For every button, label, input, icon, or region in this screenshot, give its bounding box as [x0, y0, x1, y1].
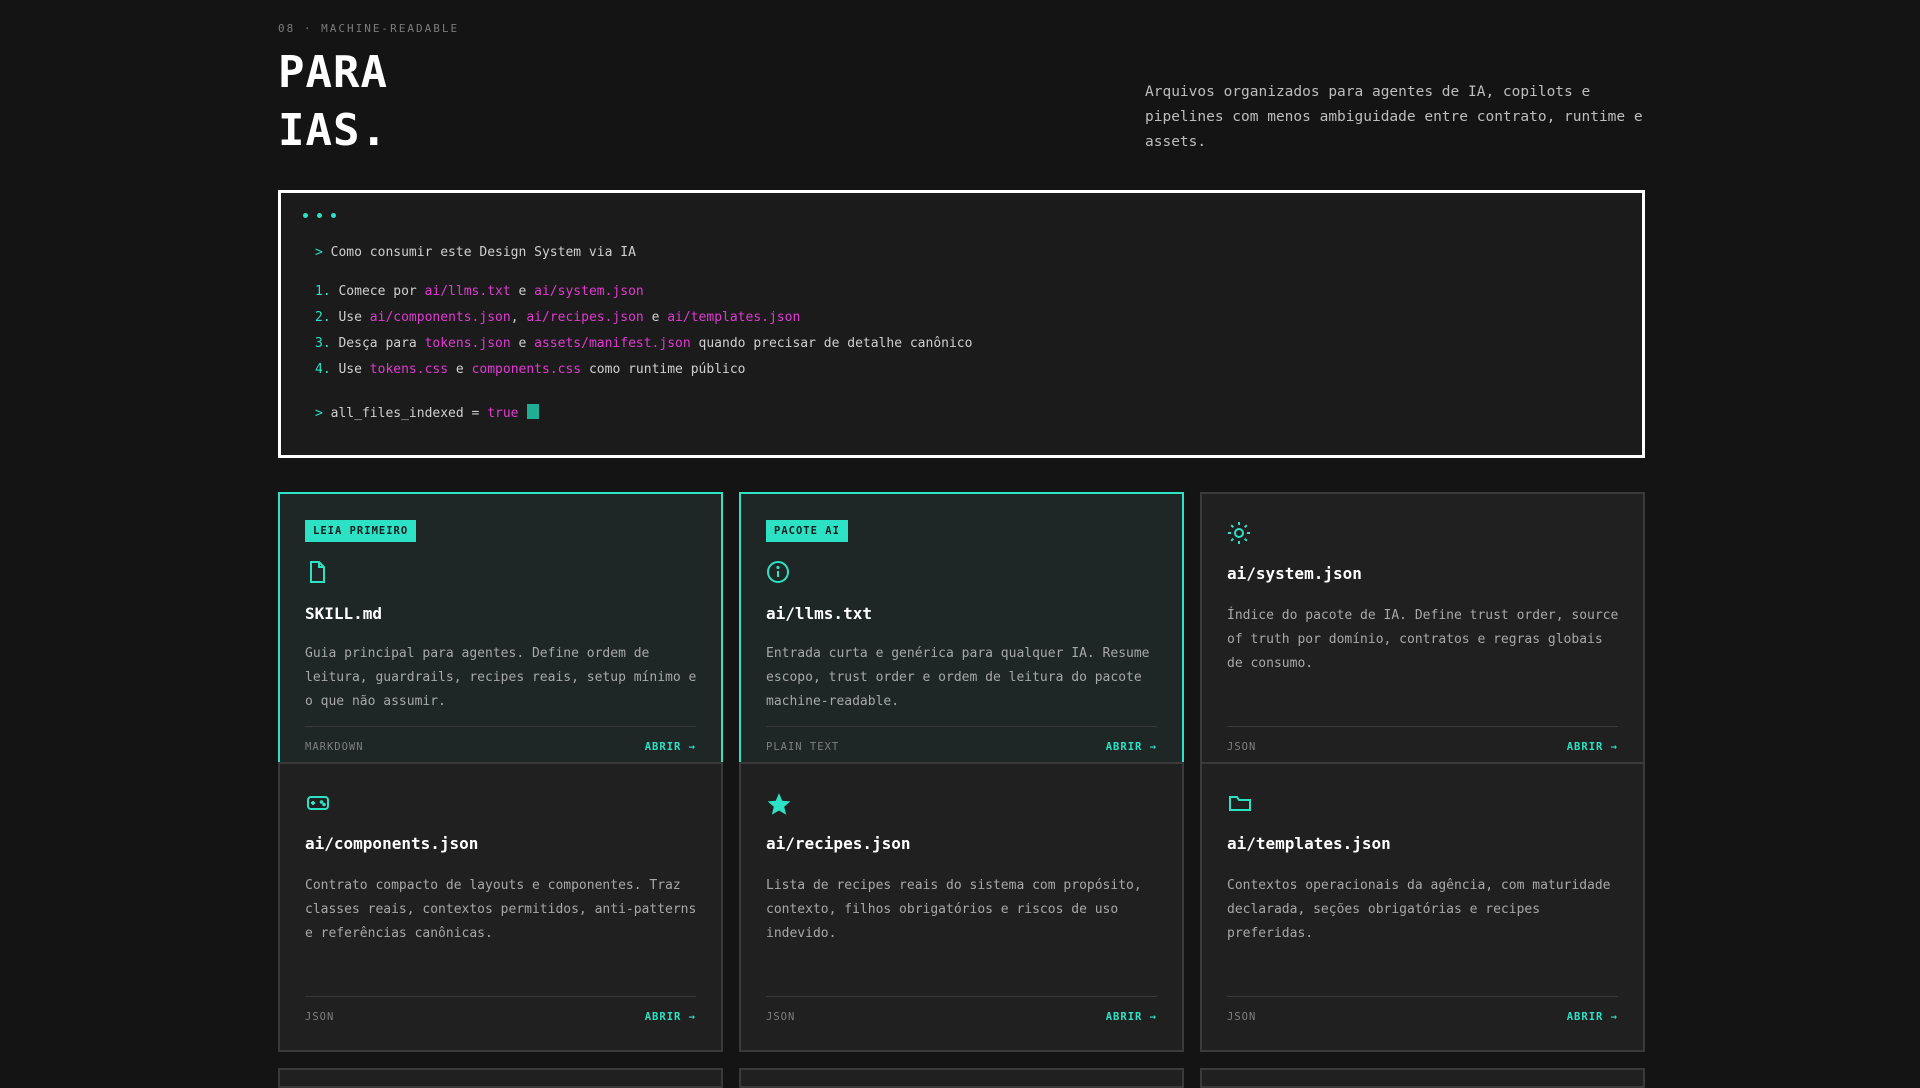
- card-description: Contrato compacto de layouts e component…: [305, 878, 697, 941]
- step-number: 4.: [315, 362, 331, 377]
- card-badge: PACOTE AI: [766, 520, 848, 542]
- section-eyebrow: 08 · MACHINE-READABLE: [278, 22, 460, 35]
- file-card[interactable]: ai/recipes.json Lista de recipes reais do…: [739, 762, 1184, 1052]
- file-card[interactable]: ai/components.json Contrato compacto de l…: [278, 762, 723, 1052]
- step-text: Comece por: [338, 284, 425, 299]
- card-format: JSON: [1227, 741, 1257, 753]
- step-text: ,: [510, 310, 527, 325]
- card-footer: JSON ABRIR →: [766, 996, 1157, 1023]
- file-link[interactable]: ai/llms.txt: [425, 284, 511, 299]
- step-text: e: [510, 284, 535, 299]
- terminal-status-line: > all_files_indexed = true: [315, 404, 539, 421]
- file-link[interactable]: ai/system.json: [534, 284, 644, 299]
- terminal-prompt: >: [315, 406, 323, 421]
- step-text: Use: [338, 362, 370, 377]
- card-format: PLAIN TEXT: [766, 741, 840, 753]
- step-number: 2.: [315, 310, 331, 325]
- terminal-dot: [317, 213, 322, 218]
- card-title: ai/templates.json: [1227, 834, 1391, 853]
- card-description: Índice do pacote de IA. Define trust ord…: [1227, 608, 1619, 671]
- file-card[interactable]: ai/system.json Índice do pacote de IA. De…: [1200, 492, 1645, 782]
- card-title: ai/recipes.json: [766, 834, 911, 853]
- step-text: como runtime público: [581, 362, 746, 377]
- card-badge: LEIA PRIMEIRO: [305, 520, 417, 542]
- step-number: 3.: [315, 336, 331, 351]
- open-link[interactable]: ABRIR →: [645, 741, 696, 753]
- open-link[interactable]: ABRIR →: [1106, 741, 1157, 753]
- terminal-step: 1. Comece por ai/llms.txt e ai/system.js…: [315, 284, 644, 299]
- section-intro: Arquivos organizados para agentes de IA,…: [1145, 84, 1643, 150]
- file-link[interactable]: ai/templates.json: [667, 310, 800, 325]
- document-icon: [305, 560, 331, 586]
- terminal-cursor: [526, 404, 539, 419]
- card-partial: [1200, 1068, 1645, 1088]
- step-text: quando precisar de detalhe canônico: [690, 336, 973, 351]
- file-link[interactable]: tokens.css: [370, 362, 448, 377]
- terminal-dot: [303, 213, 308, 218]
- terminal-step: 3. Desça para tokens.json e assets/manif…: [315, 336, 972, 351]
- file-link[interactable]: ai/recipes.json: [526, 310, 643, 325]
- file-link[interactable]: assets/manifest.json: [534, 336, 691, 351]
- card-title: ai/system.json: [1227, 564, 1362, 583]
- card-format: JSON: [1227, 1011, 1257, 1023]
- card-partial: [278, 1068, 723, 1088]
- step-text: Use: [338, 310, 370, 325]
- terminal-step: 4. Use tokens.css e components.css como …: [315, 362, 746, 377]
- terminal-prompt: >: [315, 245, 323, 260]
- terminal-heading: Como consumir este Design System via IA: [330, 245, 636, 260]
- terminal-dot: [331, 213, 336, 218]
- step-text: e: [643, 310, 668, 325]
- title-line-1: PARA: [278, 47, 388, 98]
- page-title: PARA IAS.: [278, 44, 388, 160]
- step-number: 1.: [315, 284, 331, 299]
- step-text: Desça para: [338, 336, 425, 351]
- status-value: true: [487, 406, 519, 421]
- card-footer: JSON ABRIR →: [1227, 996, 1618, 1023]
- step-text: e: [448, 362, 472, 377]
- open-link[interactable]: ABRIR →: [1106, 1011, 1157, 1023]
- open-link[interactable]: ABRIR →: [1567, 741, 1618, 753]
- card-description: Entrada curta e genérica para qualquer I…: [766, 646, 1150, 709]
- card-title: SKILL.md: [305, 604, 383, 623]
- card-description: Lista de recipes reais do sistema com pr…: [766, 878, 1142, 941]
- card-partial: [739, 1068, 1184, 1088]
- card-title: ai/llms.txt: [766, 604, 872, 623]
- file-card[interactable]: ai/templates.json Contextos operacionais …: [1200, 762, 1645, 1052]
- gamepad-icon: [305, 791, 331, 817]
- title-line-2: IAS.: [278, 105, 388, 156]
- card-footer: MARKDOWN ABRIR →: [305, 726, 696, 753]
- step-text: e: [510, 336, 535, 351]
- card-format: JSON: [766, 1011, 796, 1023]
- machine-readable-section: 08 · MACHINE-READABLE PARA IAS. Arquivos…: [278, 0, 1645, 1088]
- card-footer: JSON ABRIR →: [305, 996, 696, 1023]
- info-icon: [766, 560, 792, 586]
- file-card[interactable]: PACOTE AI ai/llms.txt Entrada curta e gené…: [739, 492, 1184, 782]
- open-link[interactable]: ABRIR →: [1567, 1011, 1618, 1023]
- card-description: Contextos operacionais da agência, com m…: [1227, 878, 1611, 941]
- file-link[interactable]: tokens.json: [425, 336, 511, 351]
- file-link[interactable]: components.css: [472, 362, 582, 377]
- terminal-dots: [303, 213, 336, 218]
- card-format: MARKDOWN: [305, 741, 364, 753]
- card-footer: PLAIN TEXT ABRIR →: [766, 726, 1157, 753]
- folder-icon: [1227, 791, 1253, 817]
- card-title: ai/components.json: [305, 834, 479, 853]
- terminal-heading-line: > Como consumir este Design System via I…: [315, 245, 636, 260]
- terminal-panel: > Como consumir este Design System via I…: [278, 190, 1645, 458]
- sun-icon: [1227, 521, 1253, 547]
- terminal-step: 2. Use ai/components.json, ai/recipes.js…: [315, 310, 800, 325]
- file-card[interactable]: LEIA PRIMEIRO SKILL.md Guia principal para…: [278, 492, 723, 782]
- star-icon: [766, 791, 792, 817]
- card-footer: JSON ABRIR →: [1227, 726, 1618, 753]
- card-description: Guia principal para agentes. Define orde…: [305, 646, 697, 709]
- file-link[interactable]: ai/components.json: [370, 310, 511, 325]
- status-key: all_files_indexed =: [330, 406, 488, 421]
- card-format: JSON: [305, 1011, 335, 1023]
- open-link[interactable]: ABRIR →: [645, 1011, 696, 1023]
